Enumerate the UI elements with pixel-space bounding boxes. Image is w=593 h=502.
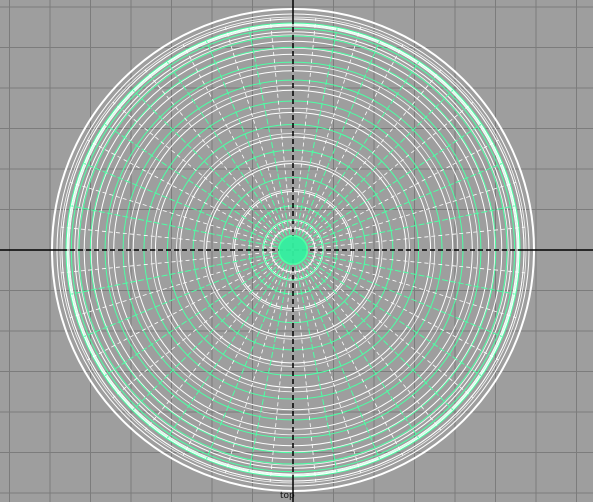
viewport-canvas[interactable] bbox=[0, 0, 593, 502]
mesh-pole-fill bbox=[278, 235, 308, 265]
viewport-top[interactable]: top bbox=[0, 0, 593, 502]
camera-label: top bbox=[280, 491, 295, 501]
